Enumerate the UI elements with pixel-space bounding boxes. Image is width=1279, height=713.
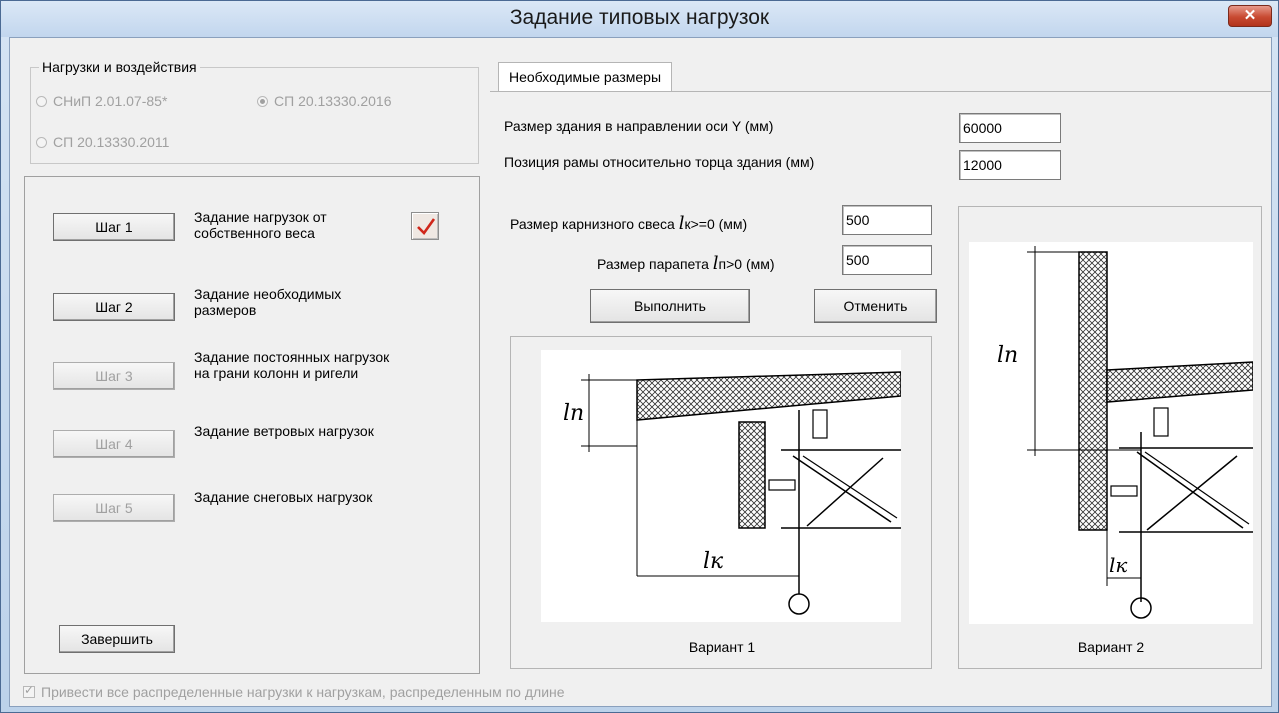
variant-2-caption: Вариант 2 bbox=[1077, 639, 1145, 655]
radio-label: СП 20.13330.2016 bbox=[274, 93, 392, 109]
lk-dimension-label: lк bbox=[703, 549, 724, 574]
close-button[interactable]: ✕ bbox=[1228, 5, 1272, 27]
variant-2-diagram: lп lк bbox=[997, 246, 1254, 619]
loads-groupbox-legend: Нагрузки и воздействия bbox=[39, 59, 200, 75]
close-icon: ✕ bbox=[1243, 7, 1257, 24]
finish-button[interactable]: Завершить bbox=[59, 625, 175, 653]
building-size-input[interactable]: 60000 bbox=[959, 113, 1061, 143]
frame-position-label: Позиция рамы относительно торца здания (… bbox=[504, 154, 815, 170]
parapet-label-text: Размер парапета bbox=[597, 256, 713, 272]
normalize-loads-label: Привести все распределенные нагрузки к н… bbox=[41, 684, 565, 700]
ln-dimension-label: lп bbox=[563, 401, 584, 426]
checkbox-box bbox=[23, 683, 35, 698]
eave-label-text: Размер карнизного свеса bbox=[510, 216, 679, 232]
eave-label-unit: к>=0 (мм) bbox=[684, 216, 748, 232]
ln-dimension-label: lп bbox=[997, 343, 1018, 368]
step-4-button[interactable]: Шаг 4 bbox=[53, 430, 175, 458]
title-bar[interactable]: Задание типовых нагрузок ✕ bbox=[1, 1, 1278, 37]
radio-label: СП 20.13330.2011 bbox=[53, 134, 170, 150]
step-5-text: Задание снеговых нагрузок bbox=[194, 489, 373, 505]
step-3-text: Задание постоянных нагрузок на грани кол… bbox=[194, 349, 390, 381]
checkmark-icon bbox=[417, 218, 436, 236]
variant-1-frame: lп lк Вариант 1 bbox=[510, 336, 932, 669]
radio-sp-20-13330-2016[interactable]: СП 20.13330.2016 bbox=[257, 93, 392, 109]
eave-overhang-input[interactable]: 500 bbox=[842, 205, 932, 235]
lk-dimension-label: lк bbox=[1109, 553, 1127, 577]
variant-2-drawing: lп lк bbox=[969, 242, 1254, 624]
building-size-label: Размер здания в направлении оси Y (мм) bbox=[504, 118, 774, 134]
step-1-button[interactable]: Шаг 1 bbox=[53, 213, 175, 241]
radio-sp-20-13330-2011[interactable]: СП 20.13330.2011 bbox=[36, 134, 169, 150]
radio-label: СНиП 2.01.07-85* bbox=[53, 93, 168, 109]
radio-dot bbox=[36, 137, 47, 148]
parapet-label: Размер парапета lп>0 (мм) bbox=[597, 253, 775, 274]
dialog-window: Задание типовых нагрузок ✕ Нагрузки и во… bbox=[0, 0, 1279, 713]
tab-required-sizes[interactable]: Необходимые размеры bbox=[498, 62, 673, 92]
variant-1-caption: Вариант 1 bbox=[688, 639, 756, 655]
variant-1-diagram: lп lк bbox=[563, 371, 902, 615]
cancel-button[interactable]: Отменить bbox=[814, 289, 937, 323]
parapet-label-unit: п>0 (мм) bbox=[718, 256, 775, 272]
parapet-input[interactable]: 500 bbox=[842, 245, 932, 275]
normalize-loads-checkbox[interactable]: Привести все распределенные нагрузки к н… bbox=[23, 683, 565, 700]
step-1-done-checkbox[interactable] bbox=[411, 212, 439, 240]
radio-dot bbox=[36, 96, 47, 107]
window-title: Задание типовых нагрузок bbox=[509, 6, 770, 29]
step-2-button[interactable]: Шаг 2 bbox=[53, 293, 175, 321]
step-4-text: Задание ветровых нагрузок bbox=[194, 423, 374, 439]
variant-2-frame: lп lк Вариант 2 bbox=[958, 206, 1262, 669]
frame-position-input[interactable]: 12000 bbox=[959, 150, 1061, 180]
eave-overhang-label: Размер карнизного свеса lк>=0 (мм) bbox=[510, 213, 747, 234]
execute-button[interactable]: Выполнить bbox=[590, 289, 750, 323]
step-5-button[interactable]: Шаг 5 bbox=[53, 494, 175, 522]
variant-1-drawing: lп lк bbox=[541, 350, 902, 622]
step-2-text: Задание необходимых размеров bbox=[194, 286, 342, 318]
step-3-button[interactable]: Шаг 3 bbox=[53, 362, 175, 390]
radio-dot-selected bbox=[257, 96, 268, 107]
step-1-text: Задание нагрузок от собственного веса bbox=[194, 209, 327, 241]
radio-snip-2-01-07-85[interactable]: СНиП 2.01.07-85* bbox=[36, 93, 167, 109]
dialog-client-area: Нагрузки и воздействия СНиП 2.01.07-85* … bbox=[9, 37, 1272, 707]
